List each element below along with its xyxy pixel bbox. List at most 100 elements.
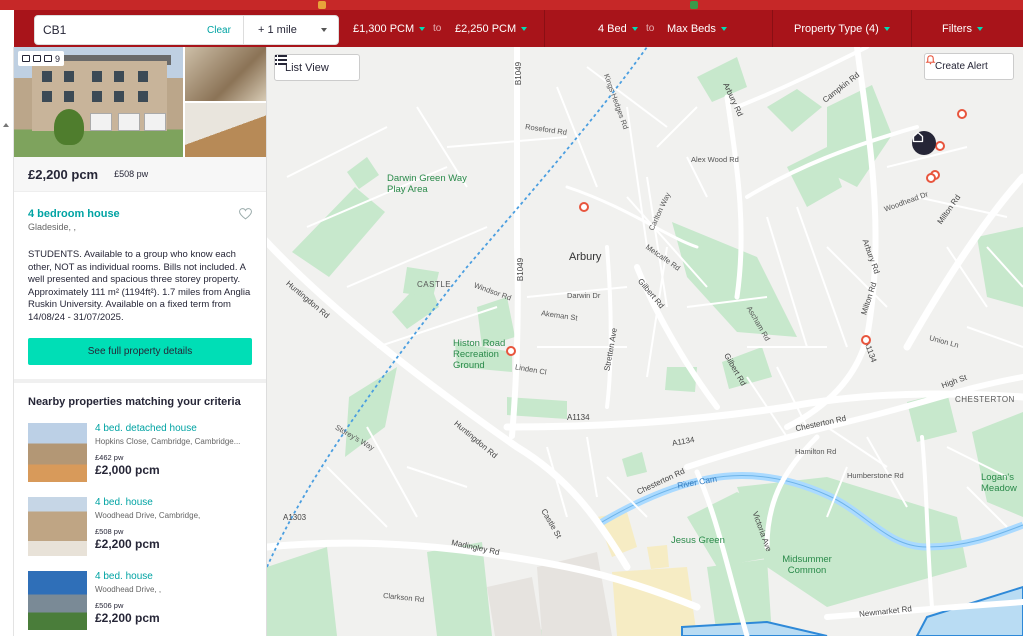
listing-details: 4 bedroom house Gladeside, , STUDENTS. A… <box>14 192 266 365</box>
list-view-label: List View <box>285 61 329 74</box>
price-to-label: to <box>433 23 442 34</box>
min-price-value: £1,300 PCM <box>353 22 415 35</box>
nearby-price-pw: £508 pw <box>95 527 124 536</box>
chevron-down-icon <box>883 26 890 31</box>
nearby-address: Woodhead Drive, Cambridge, <box>95 511 201 520</box>
divider <box>772 10 773 47</box>
heart-icon[interactable] <box>239 208 252 220</box>
nearby-thumb[interactable] <box>28 497 87 556</box>
filters-button[interactable]: Filters <box>942 10 983 47</box>
listing-description: STUDENTS. Available to a group who know … <box>28 249 251 323</box>
nearby-address: Woodhead Drive, , <box>95 585 162 594</box>
photo-count-badge: 9 <box>18 51 65 66</box>
chevron-down-icon <box>720 26 727 31</box>
nearby-title[interactable]: 4 bed. house <box>95 571 260 582</box>
nearby-price: £2,200 pcm <box>95 611 160 625</box>
chevron-down-icon <box>976 26 983 31</box>
min-beds-select[interactable]: 4 Bed <box>598 10 638 47</box>
property-type-select[interactable]: Property Type (4) <box>794 10 890 47</box>
min-price-select[interactable]: £1,300 PCM <box>353 10 426 47</box>
radius-value: + 1 mile <box>258 24 297 36</box>
create-alert-label: Create Alert <box>935 61 988 72</box>
selected-property-pin[interactable] <box>912 131 936 155</box>
tab-favicon <box>318 1 326 9</box>
nearby-item[interactable]: 4 bed. house Woodhead Drive, , £506 pw £… <box>28 571 258 636</box>
map-label-street: Humberstone Rd <box>847 471 904 480</box>
map-label-park: Midsummer Common <box>782 554 832 576</box>
map-label-park: Jesus Green <box>671 535 725 546</box>
nearby-title[interactable]: 4 bed. detached house <box>95 423 260 434</box>
min-beds-value: 4 Bed <box>598 22 627 35</box>
filters-label: Filters <box>942 22 972 35</box>
max-beds-value: Max Beds <box>667 22 716 35</box>
nearby-item[interactable]: 4 bed. house Woodhead Drive, Cambridge, … <box>28 497 258 563</box>
home-icon <box>912 131 924 143</box>
nearby-heading: Nearby properties matching your criteria <box>28 396 241 408</box>
map-label-road: B1049 <box>516 257 526 282</box>
radius-select[interactable]: + 1 mile <box>243 16 333 44</box>
tab-favicon <box>690 1 698 9</box>
search-input[interactable] <box>35 16 205 44</box>
listing-title[interactable]: 4 bedroom house <box>28 208 252 220</box>
divider <box>911 10 912 47</box>
map-property-pin[interactable] <box>957 109 967 119</box>
map-canvas[interactable] <box>267 47 1023 636</box>
listing-photo-thumb[interactable] <box>185 103 266 157</box>
map-label-road: A1303 <box>283 513 307 522</box>
listing-address: Gladeside, , <box>28 222 77 232</box>
beds-to-label: to <box>646 23 655 34</box>
nearby-thumb[interactable] <box>28 423 87 482</box>
chevron-down-icon <box>419 26 426 31</box>
nearby-price-pw: £506 pw <box>95 601 124 610</box>
divider <box>14 379 266 383</box>
map-property-pin[interactable] <box>861 335 871 345</box>
map-property-pin[interactable] <box>579 202 589 212</box>
map-label-park: Logan's Meadow <box>981 472 1017 494</box>
listing-price-row: £2,200 pcm £508 pw <box>14 157 266 192</box>
filter-bar: Clear + 1 mile £1,300 PCM to £2,250 PCM … <box>14 10 1023 47</box>
map-property-pin[interactable] <box>506 346 516 356</box>
map-property-pin[interactable] <box>926 173 936 183</box>
map-label-road: A1134 <box>567 413 590 422</box>
map-label-area: Arbury <box>569 251 602 263</box>
nearby-thumb[interactable] <box>28 571 87 630</box>
map-label-street: Hamilton Rd <box>795 447 837 456</box>
property-type-value: Property Type (4) <box>794 22 879 35</box>
list-view-button[interactable]: List View <box>274 54 360 81</box>
chevron-down-icon <box>321 28 327 32</box>
camera-icon <box>44 55 52 62</box>
nearby-price: £2,000 pcm <box>95 463 160 477</box>
chevron-down-icon <box>521 26 528 31</box>
video-icon <box>33 55 41 62</box>
nearby-item[interactable]: 4 bed. detached house Hopkins Close, Cam… <box>28 423 258 489</box>
listing-price-pw: £508 pw <box>114 169 149 179</box>
max-price-select[interactable]: £2,250 PCM <box>455 10 528 47</box>
nearby-address: Hopkins Close, Cambridge, Cambridge... <box>95 437 241 446</box>
listing-photo-thumb[interactable] <box>185 47 266 101</box>
map-label-street: Alex Wood Rd <box>691 155 739 164</box>
listing-photos[interactable]: 9 <box>14 47 266 157</box>
scroll-up-icon[interactable] <box>3 123 9 127</box>
map-property-pin[interactable] <box>935 141 945 151</box>
results-panel: 9 £2,200 pcm £508 pw 4 bedroom house Gla… <box>14 47 267 636</box>
max-beds-select[interactable]: Max Beds <box>667 10 727 47</box>
clear-button[interactable]: Clear <box>207 25 243 36</box>
list-icon <box>275 55 287 65</box>
map[interactable]: Arbury Darwin Green Way Play Area Histon… <box>267 47 1023 636</box>
nearby-title[interactable]: 4 bed. house <box>95 497 260 508</box>
nearby-price: £2,200 pcm <box>95 537 160 551</box>
create-alert-button[interactable]: Create Alert <box>924 53 1014 80</box>
map-label-street: Darwin Dr <box>567 291 601 300</box>
scrollbar[interactable] <box>0 47 14 636</box>
map-label-district: CASTLE <box>417 280 452 289</box>
chevron-down-icon <box>631 26 638 31</box>
search-box: Clear + 1 mile <box>34 15 339 45</box>
browser-tab-strip <box>0 0 1023 10</box>
floorplan-icon <box>22 55 30 62</box>
map-label-park: Darwin Green Way Play Area <box>387 173 467 195</box>
nearby-price-pw: £462 pw <box>95 453 124 462</box>
map-label-road: B1049 <box>514 61 524 86</box>
bell-icon <box>925 55 936 65</box>
map-label-district: CHESTERTON <box>955 395 1015 404</box>
see-details-button[interactable]: See full property details <box>28 338 252 365</box>
